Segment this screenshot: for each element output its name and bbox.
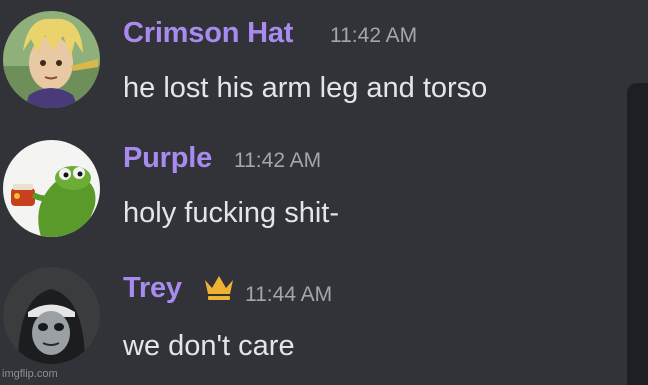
message-trey[interactable]: Trey 11:44 AM we don't care <box>0 250 620 385</box>
kermit-sipping-tea-avatar-icon <box>3 140 100 237</box>
author-name[interactable]: Purple <box>123 142 212 175</box>
avatar[interactable] <box>3 11 100 108</box>
avatar[interactable] <box>3 140 100 237</box>
chat-window: Crimson Hat 11:42 AM he lost his arm leg… <box>0 0 648 385</box>
timestamp: 11:44 AM <box>245 283 333 306</box>
watermark: imgflip.com <box>2 368 58 380</box>
timestamp: 11:42 AM <box>234 149 322 172</box>
author-name[interactable]: Crimson Hat <box>123 17 293 50</box>
blond-anime-character-avatar-icon <box>3 11 100 108</box>
masked-figure-avatar-icon <box>3 267 100 364</box>
avatar[interactable] <box>3 267 100 364</box>
timestamp: 11:42 AM <box>330 24 418 47</box>
author-name[interactable]: Trey <box>123 272 182 305</box>
message-purple[interactable]: Purple 11:42 AM holy fucking shit- <box>0 125 620 245</box>
scrollbar[interactable] <box>627 83 648 385</box>
crown-icon[interactable] <box>203 272 235 302</box>
message-text: he lost his arm leg and torso <box>123 72 488 104</box>
message-text: we don't care <box>123 330 295 362</box>
message-crimson-hat[interactable]: Crimson Hat 11:42 AM he lost his arm leg… <box>0 0 620 120</box>
message-text: holy fucking shit- <box>123 197 339 229</box>
